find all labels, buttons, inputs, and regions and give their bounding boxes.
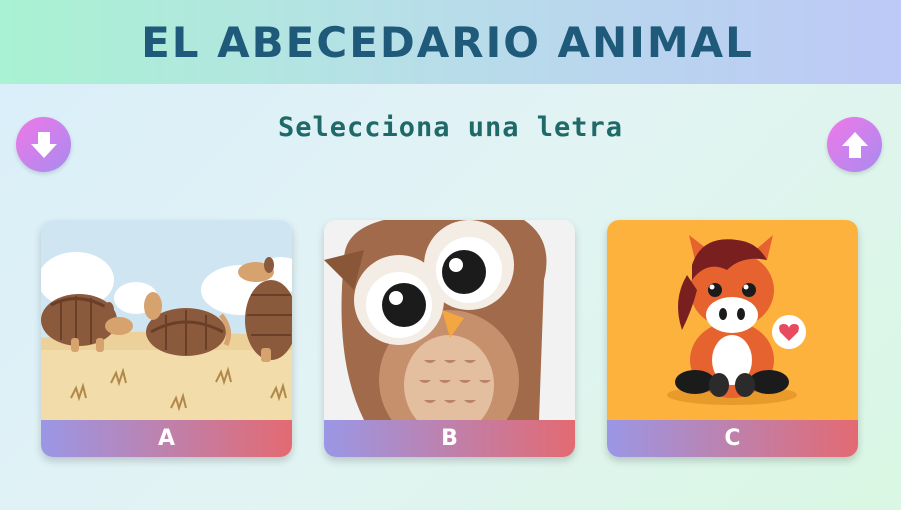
letter-label-a: A [41, 420, 292, 457]
letter-card-b[interactable]: B [324, 220, 575, 457]
page-title: EL ABECEDARIO ANIMAL [141, 17, 754, 67]
letter-card-a[interactable]: A [41, 220, 292, 457]
letter-label-c: C [607, 420, 858, 457]
prev-button[interactable] [16, 117, 71, 172]
next-button[interactable] [827, 117, 882, 172]
horse-image [607, 220, 858, 420]
armadillo-image [41, 220, 292, 420]
owl-image [324, 220, 575, 420]
letter-card-c[interactable]: C [607, 220, 858, 457]
letter-label-b: B [324, 420, 575, 457]
instruction-text: Selecciona una letra [277, 112, 624, 143]
arrow-down-icon [30, 131, 57, 158]
header-bar: EL ABECEDARIO ANIMAL [0, 0, 901, 84]
arrow-up-icon [841, 131, 868, 158]
